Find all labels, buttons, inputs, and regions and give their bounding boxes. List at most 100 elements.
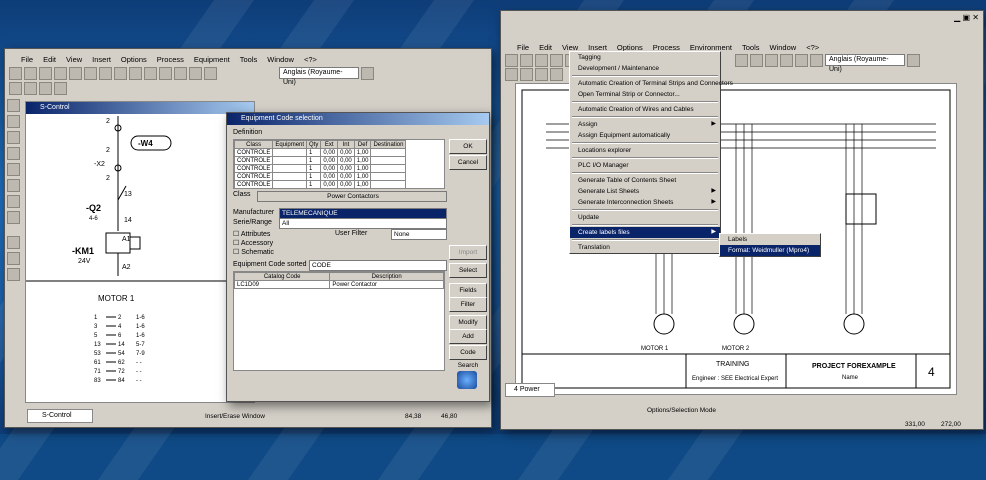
symbol-icon[interactable] [189,66,202,80]
settings-icon[interactable] [361,66,374,80]
menu-tools[interactable]: Tools [742,43,760,52]
table-row[interactable]: CONTROLE 1 0,00 0,00 1,00 [234,180,407,188]
save-icon[interactable] [535,53,548,67]
erase-icon[interactable] [7,211,20,224]
nav-back-icon[interactable] [505,67,518,81]
user-filter-select[interactable]: None [391,229,447,240]
menu-[interactable]: <?> [304,55,317,64]
rectangle-icon[interactable] [7,163,20,176]
menu-file[interactable]: File [517,43,529,52]
table-row[interactable]: CONTROLE 1 0,00 0,00 1,00 [234,148,407,157]
new-icon[interactable] [9,66,22,80]
process-menu-item[interactable]: Automatic Creation of Wires and Cables [570,104,720,115]
move-icon[interactable] [7,236,20,249]
process-menu-item[interactable]: Tagging [570,52,720,63]
process-menu-item[interactable]: Open Terminal Strip or Connector... [570,89,720,100]
rotate-icon[interactable] [7,252,20,265]
open-icon[interactable] [24,66,37,80]
undo-icon[interactable] [114,66,127,80]
process-menu-item[interactable]: Generate List Sheets ▶ [570,186,720,197]
sheet-tab[interactable]: S-Control [27,409,93,423]
menu-edit[interactable]: Edit [539,43,552,52]
grid-icon[interactable] [810,53,823,67]
line-icon[interactable] [765,53,778,67]
wire-icon[interactable] [750,53,763,67]
maximize-icon[interactable]: ▣ [963,13,971,22]
menu-process[interactable]: Process [157,55,184,64]
cancel-button[interactable]: Cancel [449,155,487,170]
print-icon[interactable] [54,66,67,80]
process-menu-item[interactable]: Update [570,212,720,223]
add-button[interactable]: Add [449,329,487,344]
line-icon[interactable] [174,66,187,80]
mirror-icon[interactable] [7,268,20,281]
arc-icon[interactable] [7,195,20,208]
open-icon[interactable] [520,53,533,67]
menu-view[interactable]: View [66,55,82,64]
sheet-tab[interactable]: 4 Power [505,383,555,397]
menu-file[interactable]: File [21,55,33,64]
copy-icon[interactable] [84,66,97,80]
class-field[interactable]: Power Contactors [257,191,447,202]
process-menu-item[interactable]: Development / Maintenance [570,63,720,74]
process-menu-item[interactable]: Assign Equipment automatically [570,130,720,141]
print-icon[interactable] [550,53,563,67]
circle-icon[interactable] [7,179,20,192]
menu-window[interactable]: Window [770,43,797,52]
fields-button[interactable]: Fields [449,283,487,298]
select-button[interactable]: Select [449,263,487,278]
accessory-checkbox[interactable]: ☐ Accessory [233,239,273,247]
nav-back-icon[interactable] [9,81,22,95]
home-icon[interactable] [550,67,563,81]
grid-icon[interactable] [144,66,157,80]
menu-options[interactable]: Options [121,55,147,64]
table-row[interactable]: CONTROLE 1 0,00 0,00 1,00 [234,156,407,165]
nav-forward-icon[interactable] [520,67,533,81]
submenu-item[interactable]: Format: Weidmuller (Mpro4) [720,245,820,256]
cut-icon[interactable] [69,66,82,80]
layer-icon[interactable] [795,53,808,67]
pen-icon[interactable] [7,115,20,128]
language-select[interactable]: Anglais (Royaume-Uni) [825,54,905,73]
text-icon[interactable] [7,147,20,160]
wire-draw-icon[interactable] [7,131,20,144]
series-select[interactable]: All [279,218,447,229]
table-row[interactable]: CONTROLE 1 0,00 0,00 1,00 [234,164,407,173]
zoom-icon[interactable] [735,53,748,67]
refresh-icon[interactable] [39,81,52,95]
schematic-checkbox[interactable]: ☐ Schematic [233,248,274,256]
process-menu-item[interactable]: Create labels files ▶ [570,227,720,238]
modify-button[interactable]: Modify [449,315,487,330]
menu-equipment[interactable]: Equipment [194,55,230,64]
menu-edit[interactable]: Edit [43,55,56,64]
menu-window[interactable]: Window [267,55,294,64]
process-menu-item[interactable]: Automatic Creation of Terminal Strips an… [570,78,733,89]
attributes-checkbox[interactable]: ☐ Attributes [233,230,270,238]
code-sorted-select[interactable]: CODE [309,260,447,271]
table-row[interactable]: CONTROLE 1 0,00 0,00 1,00 [234,172,407,181]
settings-icon[interactable] [907,53,920,67]
process-menu-item[interactable]: Locations explorer [570,145,720,156]
submenu-item[interactable]: Labels [720,234,820,245]
pointer-icon[interactable] [7,99,20,112]
zoom-icon[interactable] [129,66,142,80]
process-menu-item[interactable]: PLC I/O Manager [570,160,720,171]
layer-icon[interactable] [204,66,217,80]
menu-insert[interactable]: Insert [92,55,111,64]
filter-button[interactable]: Filter [449,297,487,312]
import-button[interactable]: Import [449,245,487,260]
paste-icon[interactable] [99,66,112,80]
ok-button[interactable]: OK [449,139,487,154]
process-menu-item[interactable]: Assign ▶ [570,119,720,130]
save-icon[interactable] [39,66,52,80]
menu-[interactable]: <?> [806,43,819,52]
close-icon[interactable]: ✕ [972,13,979,22]
process-menu-item[interactable]: Generate Table of Contents Sheet [570,175,720,186]
language-select[interactable]: Anglais (Royaume-Uni) [279,67,359,86]
home-icon[interactable] [54,81,67,95]
table-row[interactable]: LC1D09 Power Contactor [234,280,444,289]
menu-tools[interactable]: Tools [240,55,258,64]
code-search-button[interactable]: Code Search [449,345,487,369]
process-menu-item[interactable]: Translation [570,242,720,253]
minimize-icon[interactable]: ▁ [954,13,960,22]
